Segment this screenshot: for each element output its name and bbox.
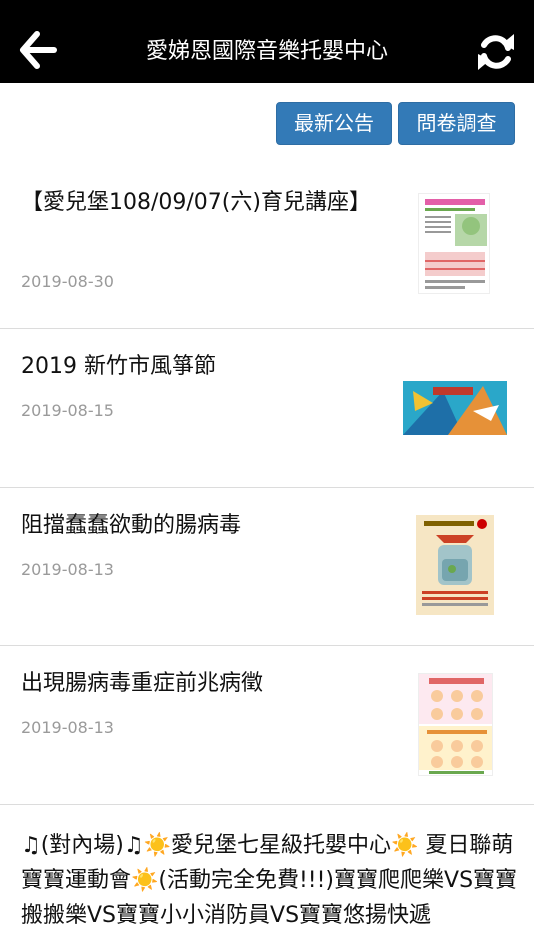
post-date: 2019-08-13 <box>21 560 114 579</box>
list-item[interactable]: 【愛兒堡108/09/07(六)育兒講座】 2019-08-30 <box>0 165 534 329</box>
post-date: 2019-08-30 <box>21 272 114 291</box>
arrow-left-icon <box>20 31 57 69</box>
post-thumbnail <box>403 381 507 435</box>
post-title: 出現腸病毒重症前兆病徵 <box>21 671 264 696</box>
refresh-button[interactable] <box>474 30 518 74</box>
latest-announcements-button[interactable]: 最新公告 <box>276 102 392 145</box>
survey-button[interactable]: 問卷調查 <box>398 102 515 145</box>
post-date: 2019-08-13 <box>21 718 114 737</box>
post-thumbnail <box>418 193 490 294</box>
post-thumbnail <box>416 515 494 615</box>
post-thumbnail <box>418 673 493 776</box>
back-button[interactable] <box>18 30 58 70</box>
page-title: 愛娣恩國際音樂托嬰中心 <box>145 39 388 64</box>
post-title: 2019 新竹市風箏節 <box>21 354 216 379</box>
post-title[interactable]: ♫(對內場)♫☀️愛兒堡七星級托嬰中心☀️ 夏日聯萌寶寶運動會☀️(活動完全免費… <box>21 828 521 933</box>
list-item[interactable]: 出現腸病毒重症前兆病徵 2019-08-13 <box>0 646 534 805</box>
list-item[interactable]: 2019 新竹市風箏節 2019-08-15 <box>0 329 534 488</box>
top-bar: 愛娣恩國際音樂托嬰中心 <box>0 0 534 83</box>
post-title: 阻擋蠢蠢欲動的腸病毒 <box>21 513 242 538</box>
post-date: 2019-08-15 <box>21 401 114 420</box>
refresh-icon <box>478 34 514 70</box>
post-title: 【愛兒堡108/09/07(六)育兒講座】 <box>21 190 371 215</box>
list-item[interactable]: 阻擋蠢蠢欲動的腸病毒 2019-08-13 <box>0 488 534 646</box>
